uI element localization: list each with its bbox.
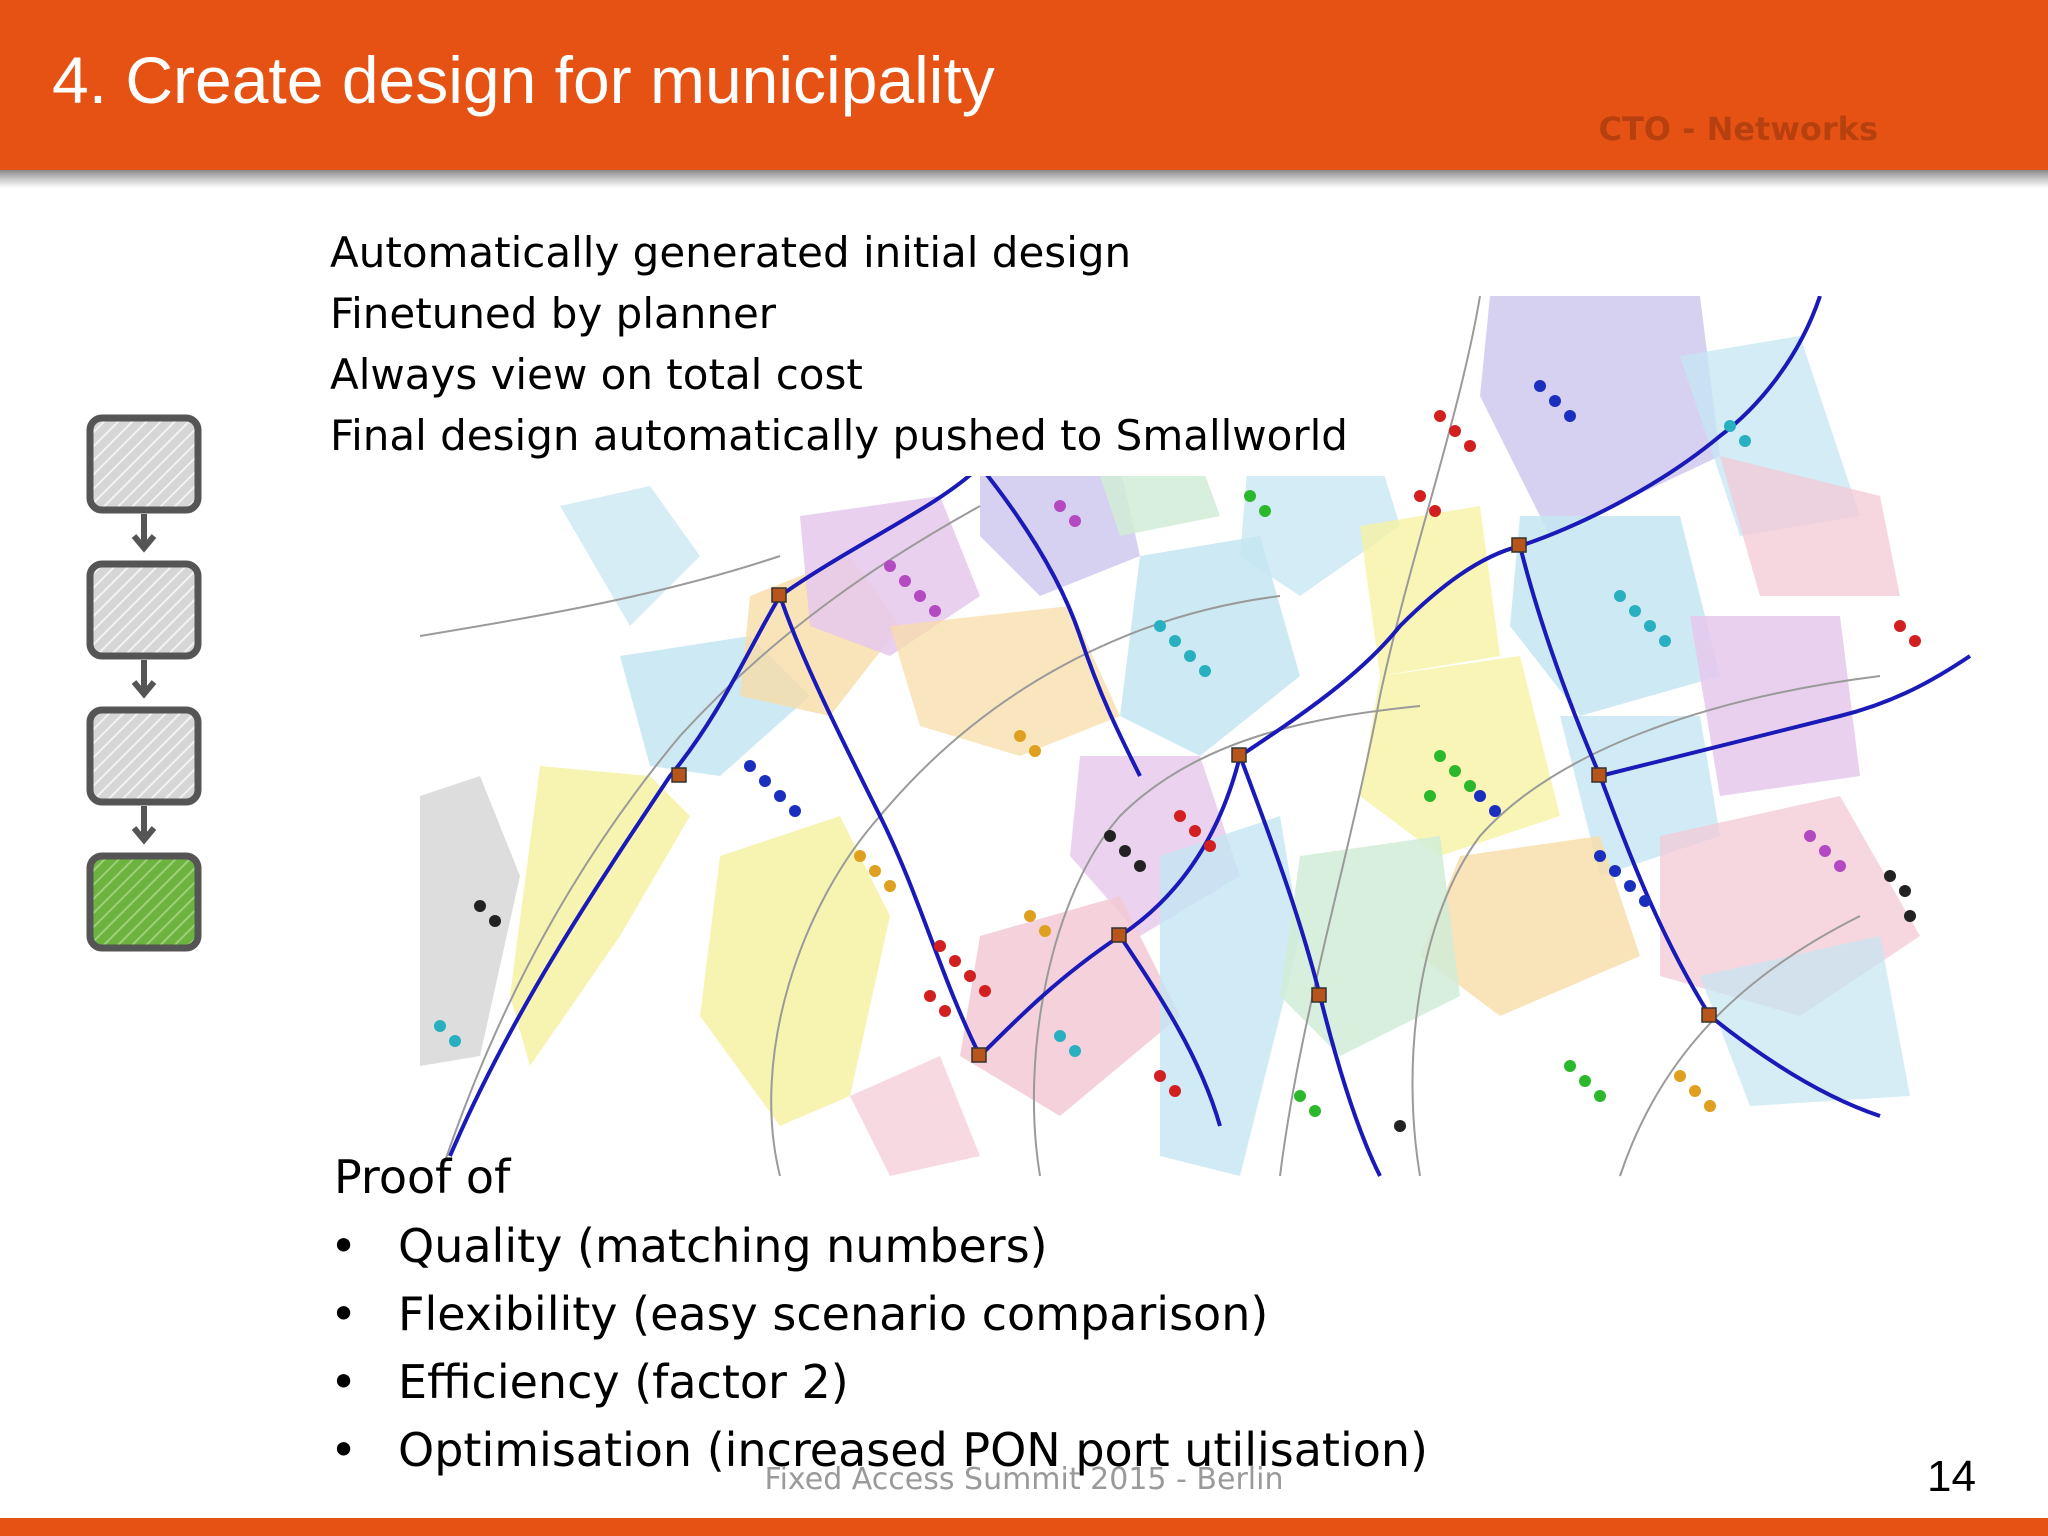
arrow-down-icon [131,660,157,699]
page-number: 14 [1927,1452,1976,1501]
process-steps [86,414,202,952]
arrow-down-icon [131,806,157,845]
proof-heading: Proof of [334,1150,511,1204]
process-step-box [86,706,202,806]
slide-title: 4. Create design for municipality [52,43,995,117]
intro-line: Final design automatically pushed to Sma… [330,411,1348,460]
process-step-box-active [86,852,202,952]
proof-item: Flexibility (easy scenario comparison) [330,1280,1428,1348]
footer-text: Fixed Access Summit 2015 - Berlin [0,1462,2048,1497]
proof-list: Quality (matching numbers) Flexibility (… [330,1212,1428,1484]
arrow-down-icon [131,514,157,553]
intro-line: Automatically generated initial design [330,228,1132,277]
title-bar-shadow [0,170,2048,188]
proof-item: Efficiency (factor 2) [330,1348,1428,1416]
intro-line: Always view on total cost [330,350,863,399]
footer-label: Fixed Access Summit 2015 - Berlin [764,1462,1284,1497]
process-step-box [86,560,202,660]
bottom-bar [0,1518,2048,1536]
department-label: CTO - Networks [1598,110,1878,148]
intro-list: Automatically generated initial design F… [330,222,1348,466]
intro-line: Finetuned by planner [330,289,777,338]
process-step-box [86,414,202,514]
proof-item: Quality (matching numbers) [330,1212,1428,1280]
title-bar: 4. Create design for municipality CTO - … [0,0,2048,170]
